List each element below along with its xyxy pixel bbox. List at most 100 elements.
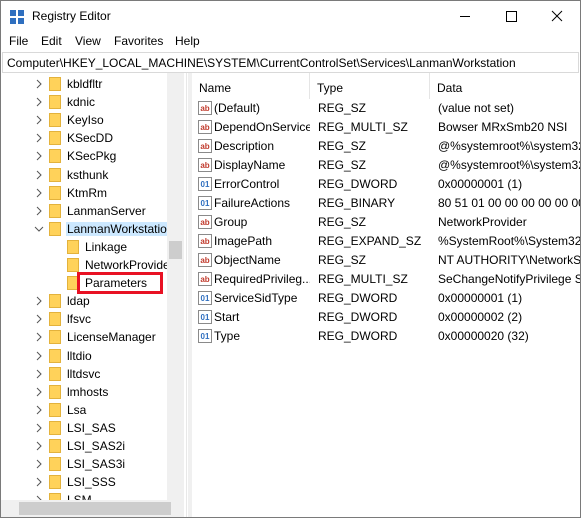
binary-value-icon: 01 <box>198 177 212 191</box>
chevron-right-icon[interactable] <box>34 75 44 93</box>
tree-item[interactable]: LanmanWorkstation <box>1 220 186 238</box>
tree-item-label: kdnic <box>67 95 96 110</box>
value-row[interactable]: ab ImagePath REG_EXPAND_SZ %SystemRoot%\Sys… <box>192 232 580 251</box>
value-type: REG_DWORD <box>318 177 398 191</box>
column-header-data[interactable]: Data <box>430 73 580 99</box>
chevron-right-icon[interactable] <box>34 129 44 147</box>
menu-file[interactable]: File <box>9 34 28 48</box>
value-row[interactable]: ab ObjectName REG_SZ NT AUTHORITY\NetworkSe <box>192 251 580 270</box>
value-row[interactable]: ab RequiredPrivileg... REG_MULTI_SZ SeChang… <box>192 270 580 289</box>
tree-item[interactable]: LSI_SAS <box>1 419 186 437</box>
tree-item[interactable]: KSecDD <box>1 129 186 147</box>
chevron-right-icon[interactable] <box>34 365 44 383</box>
string-value-icon: ab <box>198 139 212 153</box>
tree-item[interactable]: NetworkProvider <box>1 256 186 274</box>
value-row[interactable]: ab DisplayName REG_SZ @%systemroot%\system3… <box>192 156 580 175</box>
chevron-right-icon[interactable] <box>34 166 44 184</box>
tree-item[interactable]: KtmRm <box>1 184 186 202</box>
tree-item[interactable]: KeyIso <box>1 111 186 129</box>
registry-editor-icon <box>10 10 24 24</box>
folder-icon <box>49 294 61 309</box>
value-row[interactable]: ab Group REG_SZ NetworkProvider <box>192 213 580 232</box>
tree-item-label: lfsvc <box>67 312 91 327</box>
value-row[interactable]: 01 FailureActions REG_BINARY 80 51 01 00 00… <box>192 194 580 213</box>
minimize-icon <box>460 16 470 17</box>
value-data: Bowser MRxSmb20 NSI <box>438 120 568 134</box>
tree-item[interactable]: LanmanServer <box>1 202 186 220</box>
chevron-right-icon[interactable] <box>34 310 44 328</box>
value-row[interactable]: ab Description REG_SZ @%systemroot%\system3… <box>192 137 580 156</box>
tree-item[interactable]: lmhosts <box>1 383 186 401</box>
menu-view[interactable]: View <box>75 34 101 48</box>
chevron-right-icon[interactable] <box>34 347 44 365</box>
value-row[interactable]: ab DependOnService REG_MULTI_SZ Bowser MRxS… <box>192 118 580 137</box>
chevron-right-icon[interactable] <box>34 147 44 165</box>
address-path[interactable]: Computer\HKEY_LOCAL_MACHINE\SYSTEM\Curre… <box>7 56 516 70</box>
tree-vertical-scrollbar[interactable] <box>167 73 184 517</box>
minimize-button[interactable] <box>442 1 488 32</box>
svg-text:ab: ab <box>200 161 209 170</box>
chevron-right-icon[interactable] <box>34 111 44 129</box>
close-button[interactable] <box>534 1 580 32</box>
tree-horizontal-scrollbar[interactable] <box>1 500 184 517</box>
folder-icon <box>67 239 79 254</box>
maximize-icon <box>506 11 517 22</box>
menu-edit[interactable]: Edit <box>41 34 62 48</box>
tree-item[interactable]: Parameters <box>1 274 186 292</box>
value-row[interactable]: 01 ErrorControl REG_DWORD 0x00000001 (1) <box>192 175 580 194</box>
folder-icon <box>49 113 61 128</box>
column-header-type[interactable]: Type <box>310 73 430 99</box>
tree-item[interactable]: lltdsvc <box>1 365 186 383</box>
tree-item[interactable]: kdnic <box>1 93 186 111</box>
tree-item[interactable]: LSI_SAS3i <box>1 455 186 473</box>
maximize-button[interactable] <box>488 1 534 32</box>
chevron-down-icon[interactable] <box>34 220 44 238</box>
tree-item[interactable]: LicenseManager <box>1 328 186 346</box>
tree-item[interactable]: LSI_SAS2i <box>1 437 186 455</box>
tree-item[interactable]: kbldfltr <box>1 75 186 93</box>
chevron-right-icon[interactable] <box>34 437 44 455</box>
column-header-name[interactable]: Name <box>192 73 310 99</box>
value-name: ObjectName <box>214 253 281 267</box>
tree-item[interactable]: lltdio <box>1 347 186 365</box>
tree-hscroll-thumb[interactable] <box>19 502 171 515</box>
chevron-right-icon[interactable] <box>34 473 44 491</box>
svg-text:01: 01 <box>201 180 210 189</box>
value-row[interactable]: 01 Type REG_DWORD 0x00000020 (32) <box>192 327 580 346</box>
chevron-right-icon[interactable] <box>34 455 44 473</box>
chevron-right-icon[interactable] <box>34 292 44 310</box>
folder-icon <box>49 149 61 164</box>
value-row[interactable]: 01 Start REG_DWORD 0x00000002 (2) <box>192 308 580 327</box>
tree-item[interactable]: ldap <box>1 292 186 310</box>
tree-item[interactable]: ksthunk <box>1 166 186 184</box>
chevron-right-icon[interactable] <box>34 184 44 202</box>
tree-item[interactable]: Linkage <box>1 238 186 256</box>
value-row[interactable]: ab (Default) REG_SZ (value not set) <box>192 99 580 118</box>
binary-value-icon: 01 <box>198 329 212 343</box>
chevron-right-icon[interactable] <box>34 419 44 437</box>
tree-item[interactable]: LSI_SSS <box>1 473 186 491</box>
value-type: REG_SZ <box>318 139 367 153</box>
chevron-right-icon[interactable] <box>34 401 44 419</box>
tree-item-label: LanmanServer <box>67 203 146 218</box>
value-type: REG_SZ <box>318 215 367 229</box>
address-bar[interactable]: Computer\HKEY_LOCAL_MACHINE\SYSTEM\Curre… <box>2 52 579 73</box>
chevron-right-icon[interactable] <box>34 328 44 346</box>
folder-icon <box>49 330 61 345</box>
value-type: REG_DWORD <box>318 310 398 324</box>
chevron-right-icon[interactable] <box>34 202 44 220</box>
chevron-right-icon[interactable] <box>34 383 44 401</box>
value-name: ImagePath <box>214 234 273 248</box>
tree-item[interactable]: lfsvc <box>1 310 186 328</box>
chevron-right-icon[interactable] <box>34 93 44 111</box>
key-tree[interactable]: kbldfltr kdnic KeyIso KSecDD KSecPkg ksthunk K… <box>1 73 187 517</box>
tree-item[interactable]: KSecPkg <box>1 147 186 165</box>
value-row[interactable]: 01 ServiceSidType REG_DWORD 0x00000001 (1) <box>192 289 580 308</box>
menu-favorites[interactable]: Favorites <box>114 34 163 48</box>
menu-help[interactable]: Help <box>175 34 200 48</box>
tree-item-label: NetworkProvider <box>85 258 174 272</box>
tree-item[interactable]: Lsa <box>1 401 186 419</box>
values-list[interactable]: Name Type Data ab (Default) REG_SZ (value n… <box>192 73 580 517</box>
tree-item-label: LSI_SAS2i <box>67 439 126 453</box>
tree-scroll-thumb[interactable] <box>169 241 182 259</box>
